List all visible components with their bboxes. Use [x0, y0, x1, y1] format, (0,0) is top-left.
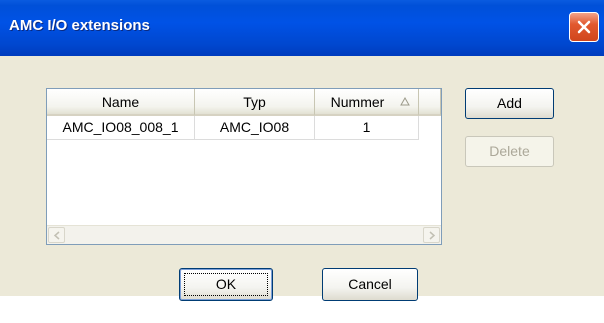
- column-header-label: Nummer: [330, 94, 385, 110]
- dialog-window: AMC I/O extensions Name Typ Nummer AMC_I…: [0, 0, 604, 301]
- column-header-label: Name: [101, 94, 140, 110]
- column-header-label: Typ: [243, 94, 266, 110]
- column-header-nummer[interactable]: Nummer: [315, 89, 419, 116]
- list-header: Name Typ Nummer: [47, 89, 441, 116]
- sort-ascending-icon: [400, 97, 410, 106]
- window-title: AMC I/O extensions: [9, 17, 150, 34]
- cancel-button[interactable]: Cancel: [322, 268, 418, 301]
- ok-button[interactable]: OK: [179, 268, 273, 301]
- scroll-left-button[interactable]: [48, 227, 65, 243]
- scroll-right-button[interactable]: [423, 227, 440, 243]
- cell-nummer: 1: [315, 116, 419, 140]
- column-header-typ[interactable]: Typ: [195, 89, 315, 116]
- cell-name: AMC_IO08_008_1: [47, 116, 195, 140]
- column-header-filler: [419, 89, 441, 116]
- delete-button[interactable]: Delete: [465, 136, 554, 167]
- table-row[interactable]: AMC_IO08_008_1 AMC_IO08 1: [47, 116, 419, 140]
- horizontal-scrollbar[interactable]: [47, 225, 441, 244]
- close-icon: [577, 20, 591, 34]
- chevron-right-icon: [429, 231, 436, 240]
- cell-typ: AMC_IO08: [195, 116, 315, 140]
- extensions-list[interactable]: Name Typ Nummer AMC_IO08_008_1 AMC_IO08 …: [46, 88, 442, 245]
- focus-rectangle: [184, 273, 268, 296]
- chevron-left-icon: [53, 231, 60, 240]
- add-button[interactable]: Add: [465, 88, 554, 119]
- close-button[interactable]: [569, 12, 599, 42]
- title-bar[interactable]: AMC I/O extensions: [0, 0, 604, 56]
- column-header-name[interactable]: Name: [47, 89, 195, 116]
